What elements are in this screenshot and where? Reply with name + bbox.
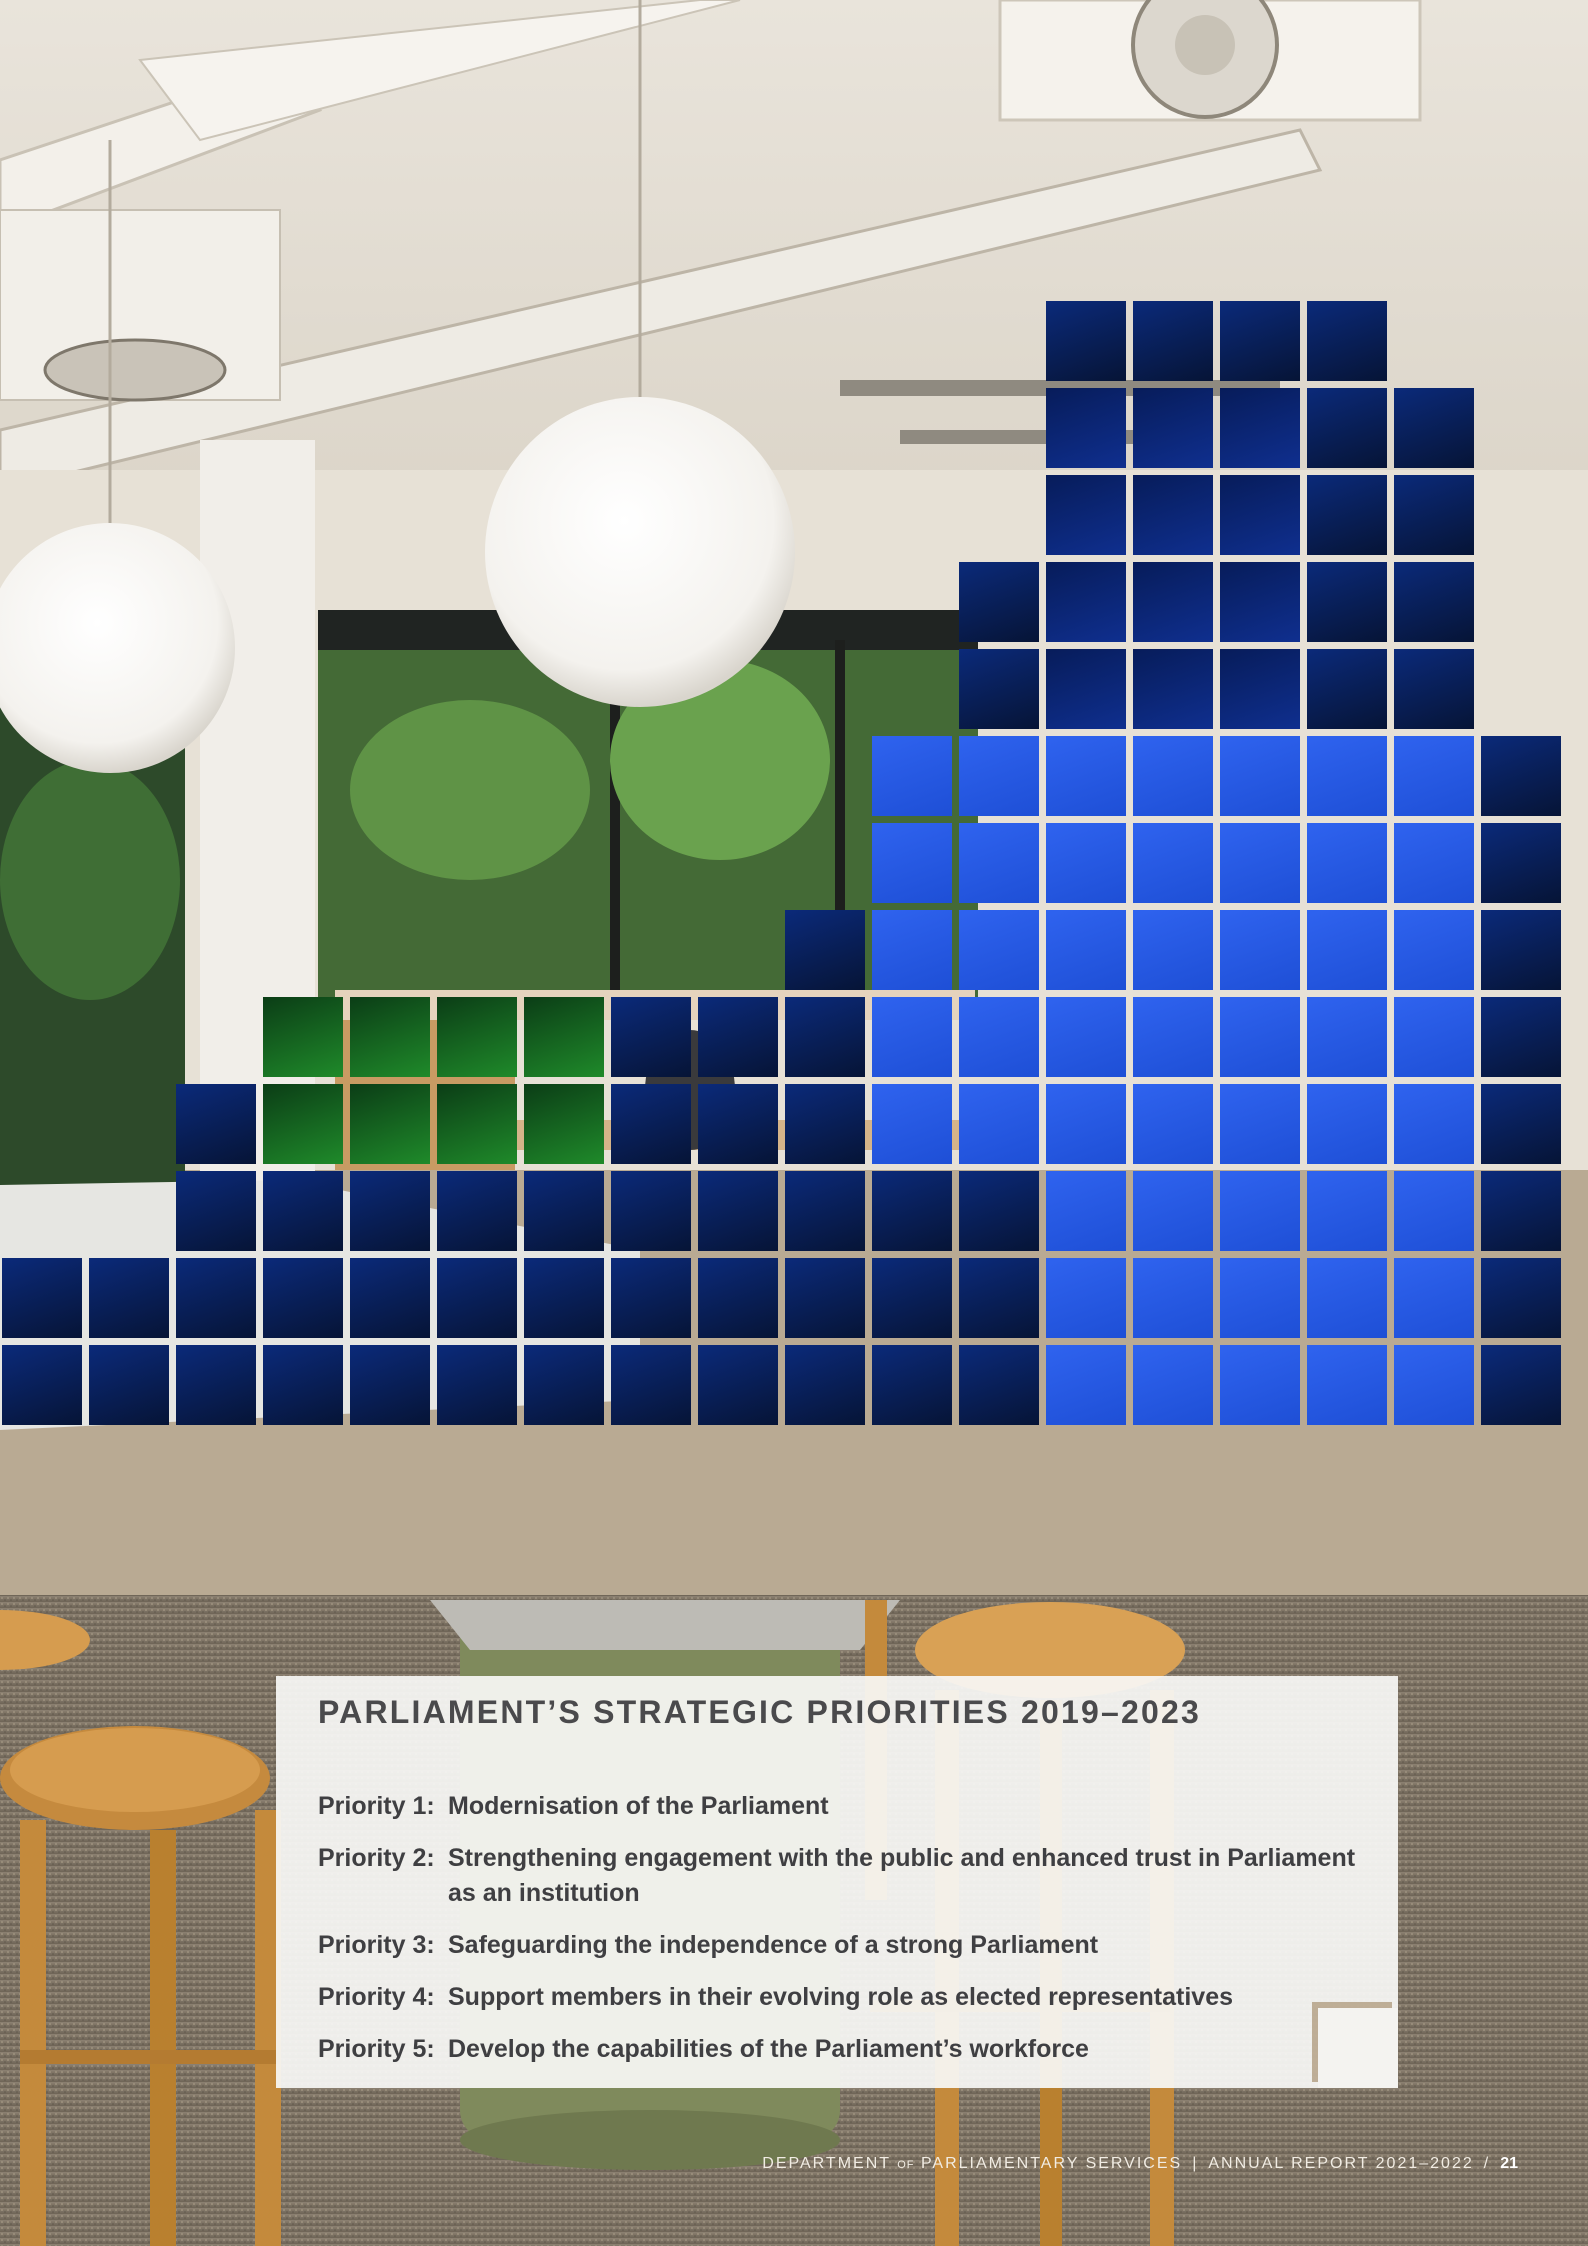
- priority-label: Priority 5:: [318, 2035, 435, 2063]
- page-number: 21: [1500, 2155, 1518, 2172]
- priority-item: Priority 3: Safeguarding the independenc…: [318, 1928, 1378, 1963]
- panel-corner-tile: [1318, 2008, 1398, 2088]
- page-footer: DEPARTMENT OF PARLIAMENTARY SERVICES | A…: [762, 2152, 1518, 2176]
- panel-title: PARLIAMENT’S STRATEGIC PRIORITIES 2019–2…: [318, 1694, 1201, 1730]
- priority-label: Priority 2:: [318, 1844, 435, 1872]
- priority-item: Priority 1: Modernisation of the Parliam…: [318, 1789, 1378, 1824]
- priority-text: Strengthening engagement with the public…: [448, 1844, 1356, 1907]
- priority-text: Modernisation of the Parliament: [448, 1792, 829, 1820]
- priority-text: Develop the capabilities of the Parliame…: [448, 2035, 1089, 2063]
- footer-department-of: OF: [897, 2159, 915, 2171]
- priority-label: Priority 1:: [318, 1792, 435, 1820]
- priority-label: Priority 4:: [318, 1983, 435, 2011]
- footer-report-title: ANNUAL REPORT 2021–2022: [1208, 2155, 1474, 2172]
- footer-department-part: DEPARTMENT: [762, 2155, 891, 2172]
- priority-item: Priority 5: Develop the capabilities of …: [318, 2032, 1378, 2067]
- priority-item: Priority 4: Support members in their evo…: [318, 1980, 1378, 2015]
- footer-department-part: PARLIAMENTARY SERVICES: [920, 2155, 1183, 2172]
- priorities-panel: PARLIAMENT’S STRATEGIC PRIORITIES 2019–2…: [276, 1676, 1398, 2088]
- footer-slash: /: [1483, 2155, 1491, 2172]
- priority-item: Priority 2: Strengthening engagement wit…: [318, 1841, 1378, 1911]
- priority-label: Priority 3:: [318, 1931, 435, 1959]
- footer-department: DEPARTMENT OF PARLIAMENTARY SERVICES: [762, 2155, 1182, 2173]
- footer-separator: |: [1192, 2155, 1199, 2172]
- priority-text: Support members in their evolving role a…: [448, 1983, 1233, 2011]
- priority-text: Safeguarding the independence of a stron…: [448, 1931, 1099, 1959]
